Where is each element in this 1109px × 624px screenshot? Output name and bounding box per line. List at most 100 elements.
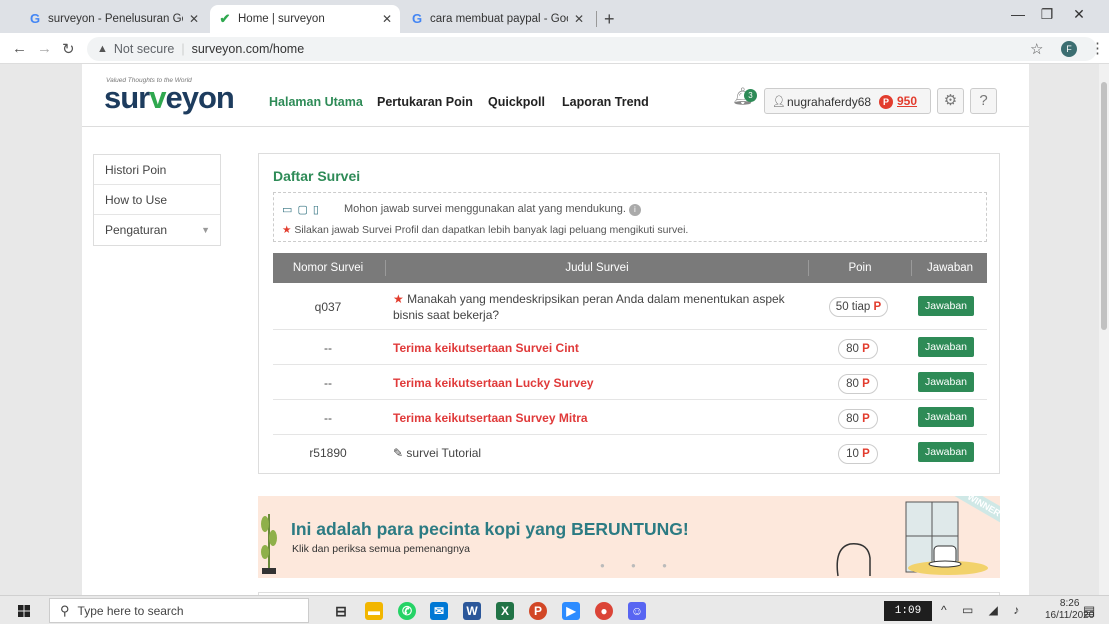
file-explorer-icon[interactable]: ▬ — [365, 602, 383, 620]
points-unit: P — [862, 343, 870, 355]
carousel-dots[interactable]: ● ● ● — [600, 561, 679, 570]
scrollbar-thumb[interactable] — [1101, 82, 1107, 330]
column-divider — [808, 260, 809, 276]
answer-button[interactable]: Jawaban — [918, 337, 974, 357]
close-icon[interactable]: ✕ — [574, 12, 584, 26]
forward-arrow-icon[interactable]: → — [37, 40, 52, 57]
omnibox[interactable]: ▲ Not secure | surveyon.com/home — [87, 37, 1097, 61]
survey-title-link[interactable]: Terima keikutsertaan Survei Cint — [393, 340, 803, 356]
answer-button[interactable]: Jawaban — [918, 407, 974, 427]
whatsapp-icon[interactable]: ✆ — [398, 602, 416, 620]
table-header: Nomor Survei Judul Survei Poin Jawaban — [273, 253, 987, 283]
banner-subtitle: Klik dan periksa semua pemenangnya — [292, 543, 471, 555]
points-unit: P — [862, 413, 870, 425]
notice-profile-text: Silakan jawab Survei Profil dan dapatkan… — [294, 224, 689, 236]
survey-list-panel: Daftar Survei ▭ ▢ ▯ Mohon jawab survei m… — [258, 153, 1000, 474]
new-tab-plus-icon[interactable]: + — [604, 9, 615, 30]
points-value: 80 — [846, 343, 859, 355]
table-row: -- Terima keikutsertaan Survei Cint 80 P… — [273, 331, 987, 365]
discord-icon[interactable]: ☺ — [628, 602, 646, 620]
reload-icon[interactable]: ↻ — [62, 40, 75, 58]
profile-avatar[interactable]: F — [1061, 41, 1077, 57]
star-icon: ★ — [393, 292, 404, 306]
chrome-icon[interactable]: ● — [595, 602, 613, 620]
zoom-icon[interactable]: ▶ — [562, 602, 580, 620]
column-header: Poin — [848, 262, 872, 274]
search-icon: ⚲ — [60, 602, 70, 618]
url-text[interactable]: surveyon.com/home — [192, 42, 305, 56]
page-viewport: Valued Thoughts to the World surveyon Ha… — [0, 64, 1099, 595]
help-button[interactable]: ? — [970, 88, 997, 114]
surveyon-favicon-icon: ✔ — [219, 11, 231, 26]
browser-tab-bar: G surveyon - Penelusuran Google ✕ ✔ Home… — [0, 0, 1109, 33]
logo-text-part: sur — [104, 80, 150, 115]
column-header: Judul Survei — [565, 262, 629, 274]
nav-halaman-utama[interactable]: Halaman Utama — [269, 95, 363, 109]
kebab-menu-icon[interactable]: ⋮ — [1090, 39, 1105, 57]
answer-button[interactable]: Jawaban — [918, 442, 974, 462]
sidebar-item-histori-poin[interactable]: Histori Poin — [94, 155, 220, 185]
surveyon-logo[interactable]: surveyon — [104, 80, 235, 116]
tab-surveyon-home[interactable]: ✔ Home | surveyon ✕ — [210, 5, 400, 33]
survey-number: q037 — [314, 300, 342, 314]
device-icons: ▭ ▢ ▯ — [282, 204, 320, 216]
system-tray-icons[interactable]: ^ ▭ ◢ ♪ — [941, 603, 1025, 617]
close-icon[interactable]: ✕ — [382, 12, 392, 26]
settings-gear-button[interactable]: ⚙ — [937, 88, 964, 114]
username: nugrahaferdy68 — [787, 95, 872, 109]
back-arrow-icon[interactable]: ← — [12, 40, 27, 57]
column-divider — [385, 260, 386, 276]
notice-device: Mohon jawab survei menggunakan alat yang… — [344, 203, 641, 216]
tab-title: surveyon - Penelusuran Google — [48, 13, 183, 25]
survey-number: -- — [324, 376, 332, 390]
google-favicon-icon: G — [29, 11, 41, 26]
points-unit: P — [862, 378, 870, 390]
windows-start-icon[interactable] — [18, 605, 30, 617]
survey-title-link[interactable]: Terima keikutsertaan Lucky Survey — [393, 375, 803, 391]
site-header: Valued Thoughts to the World surveyon Ha… — [82, 64, 1029, 127]
taskbar-search-input[interactable]: ⚲ Type here to search — [49, 598, 309, 623]
points-pill: 80 P — [838, 374, 878, 394]
tab-google-search[interactable]: G surveyon - Penelusuran Google ✕ — [20, 5, 207, 33]
points-pill: 50 tiap P — [829, 297, 888, 317]
coffee-table-illustration — [836, 501, 988, 577]
points-value: 80 — [846, 413, 859, 425]
nav-quickpoll[interactable]: Quickpoll — [488, 95, 545, 109]
gear-icon: ⚙ — [943, 92, 958, 109]
points-unit: P — [862, 448, 870, 460]
plant-illustration — [261, 514, 277, 574]
sidebar-item-label: How to Use — [105, 193, 168, 207]
chevron-down-icon: ▼ — [201, 225, 210, 235]
sidebar-item-label: Histori Poin — [105, 163, 167, 177]
survey-title-link[interactable]: Terima keikutsertaan Survey Mitra — [393, 410, 803, 426]
winner-banner[interactable]: Ini adalah para pecinta kopi yang BERUNT… — [258, 496, 1000, 578]
bookmark-star-icon[interactable]: ☆ — [1030, 40, 1043, 58]
tab-paypal-search[interactable]: G cara membuat paypal - Google S ✕ — [402, 5, 592, 33]
notification-center-icon[interactable]: ▤ — [1083, 603, 1095, 619]
pencil-icon: ✎ — [393, 446, 404, 460]
tab-divider — [596, 11, 597, 27]
user-account-box[interactable]: 👤︎ nugrahaferdy68 P 950 — [764, 88, 931, 114]
column-header: Jawaban — [926, 262, 974, 274]
powerpoint-icon[interactable]: P — [529, 602, 547, 620]
excel-icon[interactable]: X — [496, 602, 514, 620]
survey-title[interactable]: ✎ survei Tutorial — [393, 445, 803, 461]
survey-title: ★ Manakah yang mendeskripsikan peran And… — [393, 291, 803, 323]
points-balance-link[interactable]: 950 — [897, 94, 917, 108]
task-view-icon[interactable]: ⊟ — [332, 602, 350, 620]
answer-button[interactable]: Jawaban — [918, 296, 974, 316]
mail-icon[interactable]: ✉ — [430, 602, 448, 620]
window-close-icon[interactable]: ✕ — [1056, 6, 1102, 23]
info-icon[interactable]: i — [628, 204, 641, 216]
nav-pertukaran-poin[interactable]: Pertukaran Poin — [377, 95, 473, 109]
sidebar-item-how-to-use[interactable]: How to Use — [94, 185, 220, 215]
points-unit: P — [873, 301, 882, 313]
sidebar-item-pengaturan[interactable]: Pengaturan ▼ — [94, 215, 220, 245]
close-icon[interactable]: ✕ — [189, 12, 199, 26]
logo-check-part: v — [149, 80, 166, 115]
word-icon[interactable]: W — [463, 602, 481, 620]
column-divider — [911, 260, 912, 276]
answer-button[interactable]: Jawaban — [918, 372, 974, 392]
points-value: 50 tiap — [835, 301, 871, 313]
nav-laporan-trend[interactable]: Laporan Trend — [562, 95, 649, 109]
